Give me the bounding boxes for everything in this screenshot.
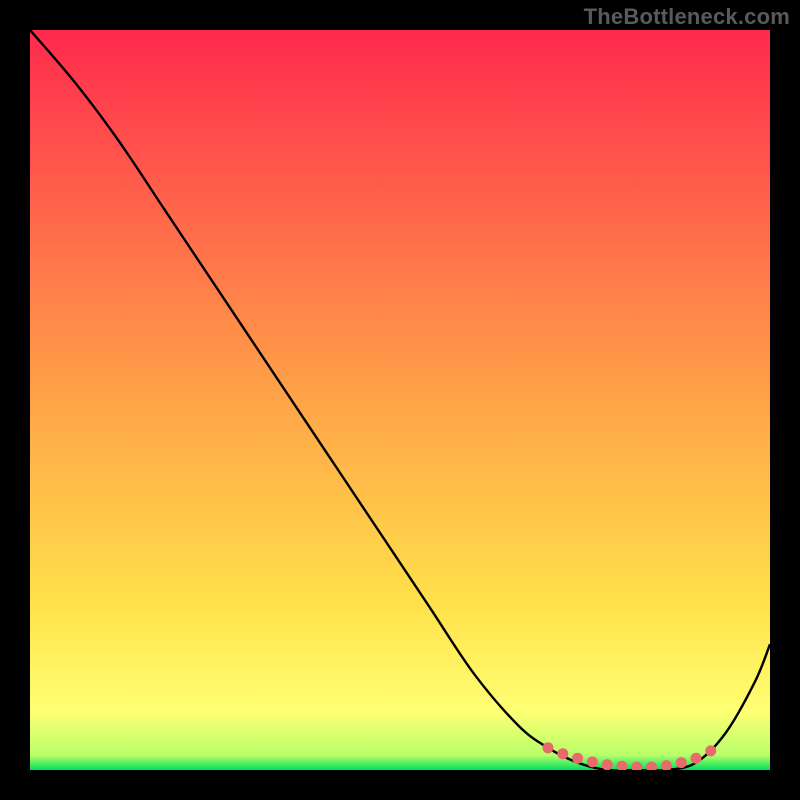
- optimal-range-dot: [676, 757, 687, 768]
- optimal-range-dot: [646, 762, 657, 771]
- optimal-range-dot: [691, 753, 702, 764]
- optimal-range-dot: [543, 742, 554, 753]
- optimal-range-dot: [572, 753, 583, 764]
- optimal-range-dot: [705, 745, 716, 756]
- bottleneck-curve-path: [30, 30, 770, 770]
- chart-container: TheBottleneck.com: [0, 0, 800, 800]
- optimal-range-dot: [602, 759, 613, 770]
- optimal-range-dot: [631, 762, 642, 771]
- optimal-range-dot: [587, 756, 598, 767]
- curve-layer: [30, 30, 770, 770]
- optimal-range-dot: [661, 760, 672, 770]
- watermark-text: TheBottleneck.com: [584, 4, 790, 30]
- plot-area: [30, 30, 770, 770]
- optimal-range-dot: [617, 761, 628, 770]
- optimal-range-dot: [557, 748, 568, 759]
